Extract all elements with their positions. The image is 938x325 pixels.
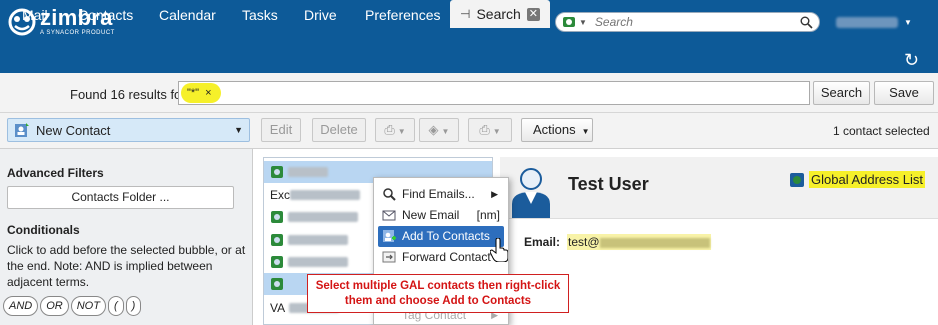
move-icon: ⎙: [384, 122, 395, 137]
and-button[interactable]: AND: [3, 296, 39, 316]
save-search-button[interactable]: Save: [874, 81, 934, 105]
chevron-down-icon: ▼: [397, 127, 406, 136]
close-paren-button[interactable]: ): [125, 296, 142, 316]
forward-contact-icon: [382, 251, 396, 263]
search-icon: [383, 188, 396, 201]
menu-item-label: Add To Contacts: [402, 229, 490, 243]
instruction-callout: Select multiple GAL contacts then right-…: [307, 274, 569, 313]
gal-contact-icon: [271, 166, 283, 178]
blurred-email-domain: [599, 237, 710, 248]
menu-item-add-to-contacts[interactable]: Add To Contacts: [378, 226, 504, 247]
new-contact-button[interactable]: New Contact ▼: [7, 118, 250, 142]
global-search: ▼: [555, 12, 820, 32]
menu-item-label: Find Emails...: [402, 187, 475, 201]
blurred-name: [288, 167, 328, 177]
tab-contacts[interactable]: Contacts: [78, 0, 133, 28]
add-contact-icon: [383, 230, 396, 242]
search-icon[interactable]: [800, 16, 813, 29]
delete-button[interactable]: Delete: [312, 118, 366, 142]
hand-cursor-icon: [490, 238, 508, 262]
tab-drive[interactable]: Drive: [304, 0, 337, 28]
actions-label: Actions: [533, 122, 576, 137]
contacts-folder-button[interactable]: Contacts Folder ...: [7, 186, 234, 209]
user-name-blurred: [836, 16, 898, 28]
operator-buttons: AND OR NOT ( ): [3, 296, 143, 316]
tab-search[interactable]: ⊣ Search ✕: [450, 0, 550, 28]
close-icon[interactable]: ×: [205, 87, 211, 99]
or-button[interactable]: OR: [40, 296, 69, 316]
new-contact-label: New Contact: [36, 122, 111, 138]
advanced-filters-heading: Advanced Filters: [7, 166, 104, 180]
tab-calendar[interactable]: Calendar: [159, 0, 216, 28]
search-scope-icon[interactable]: [562, 15, 576, 29]
tab-preferences[interactable]: Preferences: [365, 0, 440, 28]
query-input[interactable]: [178, 81, 810, 105]
refresh-icon[interactable]: ↻: [904, 50, 919, 71]
open-paren-button[interactable]: (: [107, 296, 124, 316]
print-icon: ⎙: [479, 122, 490, 137]
new-contact-icon: [15, 123, 29, 137]
not-button[interactable]: NOT: [70, 296, 106, 316]
envelope-icon: [382, 210, 396, 221]
email-label: Email:: [524, 235, 561, 249]
conditionals-heading: Conditionals: [7, 223, 80, 237]
tab-search-label: Search: [476, 6, 521, 22]
contact-header: [500, 157, 938, 219]
query-bubble[interactable]: "*" ×: [181, 83, 221, 103]
chevron-down-icon[interactable]: ▼: [579, 18, 587, 27]
app-tab-bar: [0, 45, 938, 73]
conditionals-help: Click to add before the selected bubble,…: [7, 243, 246, 289]
user-menu[interactable]: ▼: [836, 14, 912, 30]
tag-icon: ◈: [428, 122, 439, 137]
menu-item-new-email[interactable]: New Email [nm]: [374, 205, 508, 226]
contact-name: Test User: [568, 174, 649, 194]
edit-button[interactable]: Edit: [261, 118, 301, 142]
email-prefix: test@: [568, 235, 600, 249]
move-button[interactable]: ⎙ ▼: [375, 118, 415, 142]
chevron-down-icon: ▼: [904, 17, 912, 27]
avatar: [512, 168, 550, 218]
chevron-down-icon: ▼: [492, 127, 501, 136]
gal-icon: [790, 172, 804, 187]
blurred-name: [290, 190, 361, 200]
menu-item-label: Forward Contact: [402, 250, 491, 264]
actions-menu-button[interactable]: Actions ▼: [521, 118, 593, 142]
gal-label: Global Address List: [809, 171, 926, 188]
chevron-down-icon: ▼: [441, 127, 450, 136]
menu-item-find-emails[interactable]: Find Emails... ▶: [374, 184, 508, 205]
pin-icon: ⊣: [460, 7, 471, 21]
blurred-name: [288, 235, 348, 245]
search-button[interactable]: Search: [813, 81, 870, 105]
gal-contact-icon: [271, 211, 283, 223]
print-button[interactable]: ⎙ ▼: [468, 118, 512, 142]
tab-mail[interactable]: Mail: [22, 0, 48, 28]
query-bubble-text: "*": [187, 87, 200, 99]
close-icon[interactable]: ✕: [526, 7, 540, 21]
tab-tasks[interactable]: Tasks: [242, 0, 278, 28]
chevron-right-icon: ▶: [491, 189, 498, 199]
gal-contact-icon: [271, 278, 283, 290]
address-book-source: Global Address List: [789, 171, 926, 188]
list-item-prefix: VA: [270, 301, 286, 315]
brand-tagline: A SYNACOR PRODUCT: [40, 30, 115, 36]
list-item-prefix: Exc: [270, 188, 291, 202]
email-value[interactable]: test@: [567, 234, 711, 250]
menu-item-forward-contact[interactable]: Forward Contact: [374, 247, 508, 268]
gal-contact-icon: [271, 256, 283, 268]
blurred-name: [288, 257, 348, 267]
blurred-name: [288, 212, 358, 222]
tag-button[interactable]: ◈ ▼: [419, 118, 459, 142]
menu-item-label: New Email: [402, 208, 460, 222]
chevron-down-icon: ▼: [581, 127, 590, 136]
results-count-text: Found 16 results for:: [70, 87, 190, 102]
chevron-down-icon[interactable]: ▼: [234, 125, 243, 135]
gal-contact-icon: [271, 234, 283, 246]
search-input[interactable]: [594, 15, 800, 29]
shortcut-hint: [nm]: [476, 208, 500, 222]
selection-count: 1 contact selected: [833, 124, 930, 138]
